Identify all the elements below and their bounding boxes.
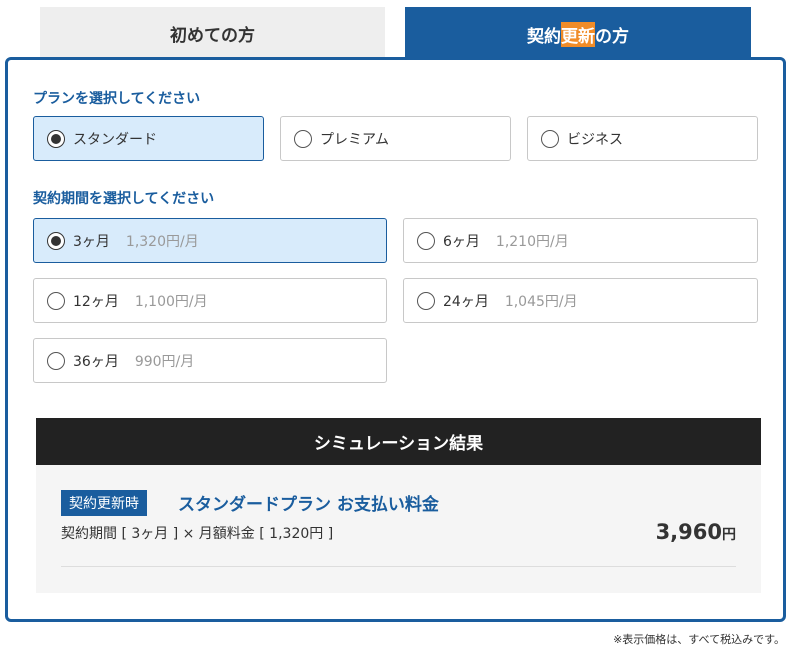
- radio-icon: [417, 231, 435, 250]
- plan-option-label: スタンダード: [73, 131, 157, 148]
- tab-first-time-label: 初めての方: [170, 25, 255, 46]
- period-option-label: 6ヶ月: [443, 233, 480, 250]
- period-option-price: 1,100円/月: [134, 293, 208, 310]
- renewal-badge: 契約更新時: [61, 490, 147, 516]
- plan-option-standard[interactable]: スタンダード: [33, 116, 264, 161]
- period-option-36[interactable]: 36ヶ月 990円/月: [33, 338, 387, 383]
- radio-icon: [417, 291, 435, 310]
- radio-icon: [47, 129, 65, 148]
- period-option-label: 24ヶ月: [443, 293, 489, 310]
- period-option-price: 990円/月: [134, 353, 195, 370]
- period-option-price: 1,045円/月: [504, 293, 578, 310]
- renewal-panel: プランを選択してください スタンダード プレミアム ビジネス 契約期間を選択して…: [5, 57, 786, 622]
- simulation-title: スタンダードプラン お支払い料金: [178, 495, 439, 515]
- period-option-12[interactable]: 12ヶ月 1,100円/月: [33, 278, 387, 323]
- period-option-24[interactable]: 24ヶ月 1,045円/月: [403, 278, 758, 323]
- total-unit: 円: [722, 527, 736, 543]
- tab-renewal[interactable]: 契約 更新 の方: [405, 7, 751, 61]
- tab-renewal-label-pre: 契約: [527, 26, 561, 47]
- simulation-header: シミュレーション結果: [36, 418, 761, 465]
- total-amount: 3,960: [655, 520, 722, 544]
- radio-icon: [47, 351, 65, 370]
- simulation-total: 3,960円: [656, 520, 736, 544]
- period-option-6[interactable]: 6ヶ月 1,210円/月: [403, 218, 758, 263]
- period-option-label: 36ヶ月: [73, 353, 119, 370]
- radio-icon: [294, 129, 312, 148]
- simulation-result: 契約更新時 スタンダードプラン お支払い料金 契約期間 [ 3ヶ月 ] × 月額…: [36, 465, 761, 593]
- period-option-3[interactable]: 3ヶ月 1,320円/月: [33, 218, 387, 263]
- plan-section-label: プランを選択してください: [33, 91, 201, 107]
- tab-renewal-label-post: の方: [595, 26, 629, 47]
- radio-icon: [47, 291, 65, 310]
- radio-icon: [47, 231, 65, 250]
- period-option-label: 3ヶ月: [73, 233, 110, 250]
- period-option-price: 1,210円/月: [495, 233, 569, 250]
- tab-renewal-label-highlight: 更新: [561, 21, 595, 47]
- radio-icon: [541, 129, 559, 148]
- plan-option-premium[interactable]: プレミアム: [280, 116, 511, 161]
- period-section-label: 契約期間を選択してください: [33, 191, 215, 207]
- divider: [61, 566, 736, 567]
- period-option-label: 12ヶ月: [73, 293, 119, 310]
- plan-option-label: プレミアム: [320, 131, 390, 148]
- tax-footnote: ※表示価格は、すべて税込みです。: [613, 633, 785, 646]
- period-option-price: 1,320円/月: [125, 233, 199, 250]
- plan-tabs: 初めての方 契約 更新 の方: [40, 7, 751, 61]
- plan-option-label: ビジネス: [567, 131, 623, 148]
- simulation-formula: 契約期間 [ 3ヶ月 ] × 月額料金 [ 1,320円 ]: [61, 526, 334, 542]
- plan-option-business[interactable]: ビジネス: [527, 116, 758, 161]
- tab-first-time[interactable]: 初めての方: [40, 7, 385, 59]
